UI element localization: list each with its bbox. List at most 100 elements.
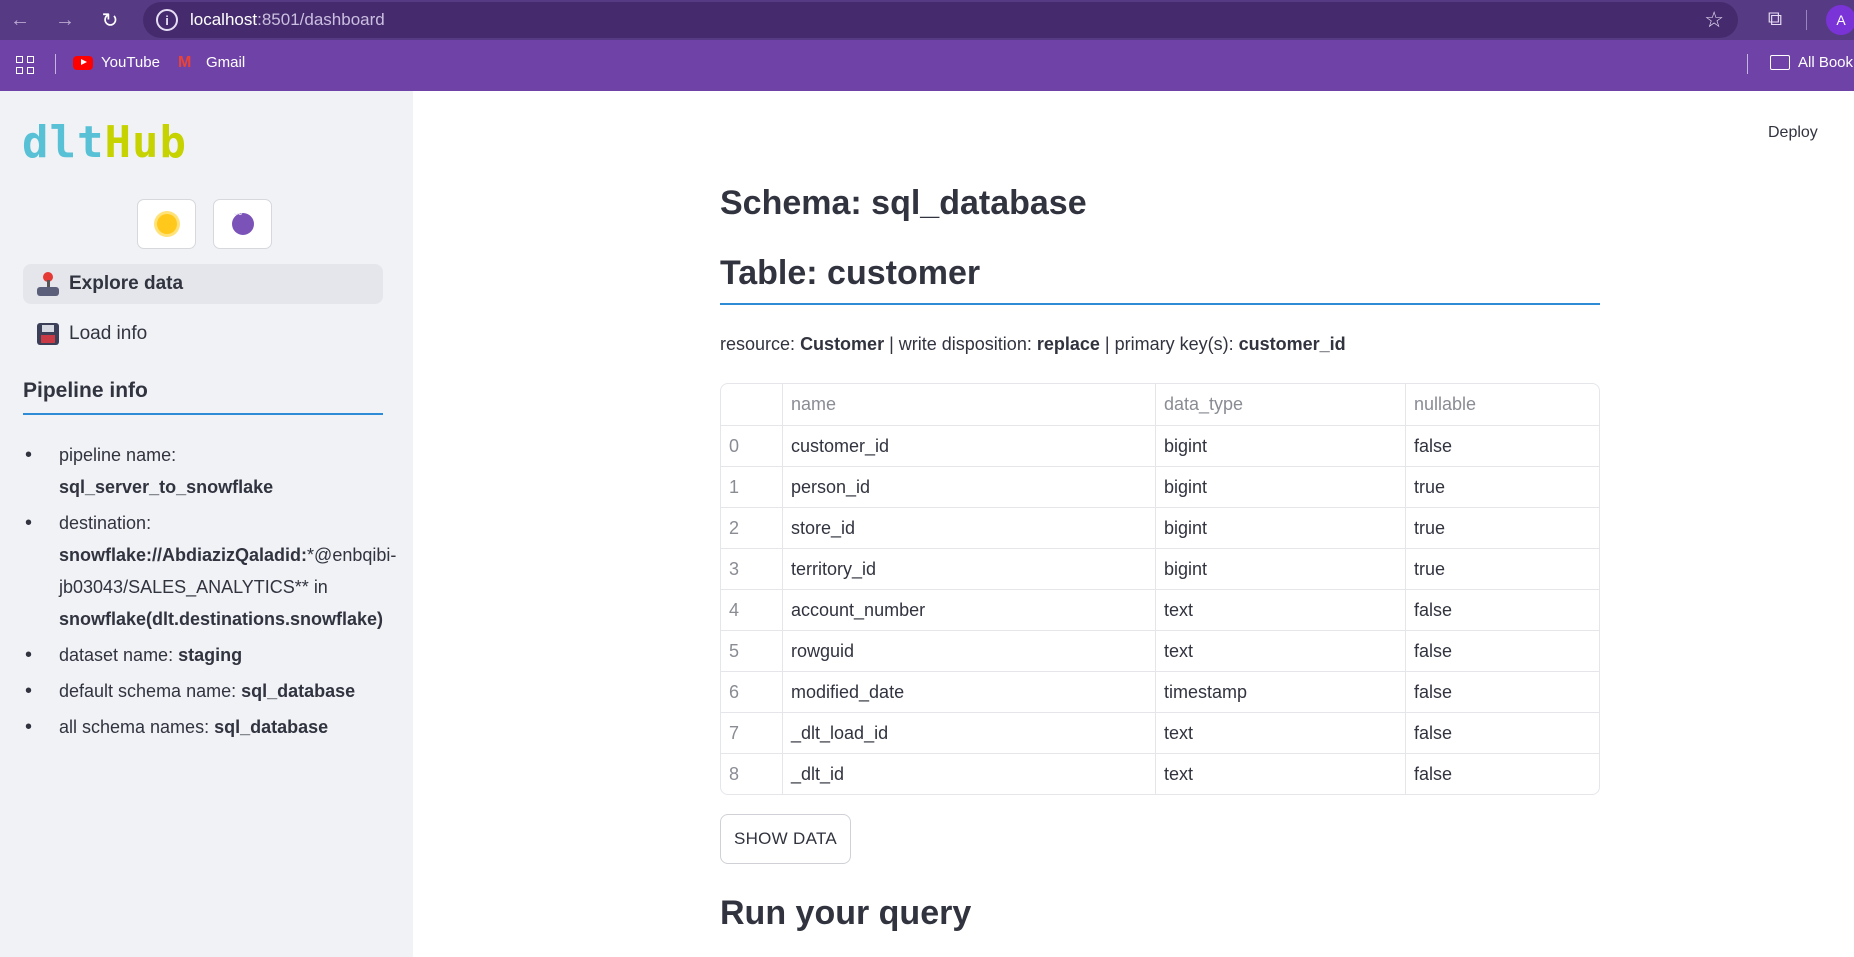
table-header-row: name data_type nullable [721, 384, 1599, 425]
folder-icon [1770, 55, 1790, 70]
table-row: 4 account_number text false [721, 589, 1599, 630]
cell-name[interactable]: rowguid [782, 631, 1155, 671]
cell-nullable[interactable]: false [1405, 631, 1599, 671]
sun-icon [156, 214, 177, 234]
list-item: default schema name: sql_database [23, 675, 408, 707]
cell-name[interactable]: account_number [782, 590, 1155, 630]
resource-value: Customer [800, 334, 885, 354]
row-index: 1 [729, 476, 740, 497]
cell-data-type[interactable]: bigint [1155, 426, 1405, 466]
bookmarks-divider [1747, 54, 1748, 74]
row-index: 7 [729, 722, 740, 743]
nav-load-info[interactable]: Load info [23, 314, 383, 354]
table-row: 0 customer_id bigint false [721, 425, 1599, 466]
row-index: 0 [729, 435, 740, 456]
cell-name[interactable]: customer_id [782, 426, 1155, 466]
site-info-icon[interactable]: i [156, 9, 178, 31]
table-row: 1 person_id bigint true [721, 466, 1599, 507]
cell-data-type[interactable]: text [1155, 754, 1405, 794]
table-row: 2 store_id bigint true [721, 507, 1599, 548]
cell-name[interactable]: modified_date [782, 672, 1155, 712]
cell-nullable[interactable]: true [1405, 549, 1599, 589]
cell-nullable[interactable]: true [1405, 467, 1599, 507]
browser-toolbar: ← → ↻ i localhost:8501/dashboard ☆ ⧉ A [0, 0, 1854, 40]
column-header[interactable]: data_type [1155, 384, 1405, 425]
joystick-icon [35, 271, 61, 297]
table-row: 8 _dlt_id text false [721, 753, 1599, 794]
row-index: 3 [729, 558, 740, 579]
pipeline-info-list: pipeline name: sql_server_to_snowflake d… [23, 439, 408, 747]
cell-nullable[interactable]: false [1405, 713, 1599, 753]
cell-name[interactable]: territory_id [782, 549, 1155, 589]
table-row: 3 territory_id bigint true [721, 548, 1599, 589]
column-header[interactable]: nullable [1405, 384, 1599, 425]
list-item: destination: snowflake://AbdiazizQaladid… [23, 507, 408, 635]
show-data-button[interactable]: SHOW DATA [720, 814, 851, 864]
column-header[interactable]: name [782, 384, 1155, 425]
pipeline-info-heading: Pipeline info [23, 379, 383, 415]
youtube-icon [73, 55, 93, 70]
list-item: dataset name: staging [23, 639, 408, 671]
light-theme-button[interactable] [137, 199, 196, 249]
list-item: all schema names: sql_database [23, 711, 408, 743]
cell-name[interactable]: store_id [782, 508, 1155, 548]
dataset-value: staging [178, 645, 243, 665]
cell-name[interactable]: person_id [782, 467, 1155, 507]
dark-theme-button[interactable] [213, 199, 272, 249]
table-row: 5 rowguid text false [721, 630, 1599, 671]
row-index: 2 [729, 517, 740, 538]
floppy-disk-icon [35, 321, 61, 347]
cell-data-type[interactable]: bigint [1155, 508, 1405, 548]
cell-nullable[interactable]: false [1405, 590, 1599, 630]
bookmark-label: YouTube [101, 54, 160, 71]
back-arrow-icon[interactable]: ← [2, 2, 38, 38]
sidebar: dltHub Explore data Load info Pipeline i… [0, 91, 413, 957]
bookmark-star-icon[interactable]: ☆ [1704, 7, 1724, 33]
cell-data-type[interactable]: bigint [1155, 549, 1405, 589]
nav-label: Load info [69, 323, 148, 344]
destination-type-value: snowflake(dlt.destinations.snowflake) [59, 609, 384, 629]
bookmarks-divider [55, 54, 56, 74]
run-query-heading: Run your query [720, 894, 972, 932]
cell-name[interactable]: _dlt_id [782, 754, 1155, 794]
cell-data-type[interactable]: text [1155, 631, 1405, 671]
bookmark-youtube[interactable]: YouTube [73, 54, 160, 71]
cell-nullable[interactable]: false [1405, 754, 1599, 794]
cell-nullable[interactable]: false [1405, 672, 1599, 712]
profile-avatar[interactable]: A [1826, 5, 1854, 35]
bookmark-label: Gmail [206, 54, 246, 71]
cell-data-type[interactable]: timestamp [1155, 672, 1405, 712]
cell-data-type[interactable]: text [1155, 590, 1405, 630]
toolbar-divider [1806, 10, 1807, 30]
apps-grid-icon[interactable] [16, 56, 34, 74]
gmail-icon: M [178, 53, 192, 71]
bookmark-gmail[interactable]: M Gmail [178, 54, 245, 71]
schema-table[interactable]: name data_type nullable 0 customer_id bi… [720, 383, 1600, 795]
default-schema-value: sql_database [241, 681, 356, 701]
cell-nullable[interactable]: false [1405, 426, 1599, 466]
cell-nullable[interactable]: true [1405, 508, 1599, 548]
all-schemas-value: sql_database [214, 717, 329, 737]
all-bookmarks-folder[interactable]: All Book [1770, 54, 1853, 71]
deploy-button[interactable]: Deploy [1768, 124, 1818, 142]
table-meta: resource: Customer | write disposition: … [720, 334, 1346, 354]
moon-icon [231, 211, 254, 235]
pipeline-name-value: sql_server_to_snowflake [59, 477, 274, 497]
extensions-icon[interactable]: ⧉ [1762, 6, 1788, 32]
primary-key-value: customer_id [1238, 334, 1346, 354]
write-disposition-value: replace [1036, 334, 1100, 354]
table-row: 7 _dlt_load_id text false [721, 712, 1599, 753]
nav-explore-data[interactable]: Explore data [23, 264, 383, 304]
list-item: pipeline name: sql_server_to_snowflake [23, 439, 408, 503]
cell-data-type[interactable]: bigint [1155, 467, 1405, 507]
bookmarks-bar: YouTube M Gmail All Book [0, 40, 1854, 91]
forward-arrow-icon[interactable]: → [47, 2, 83, 38]
cell-name[interactable]: _dlt_load_id [782, 713, 1155, 753]
row-index: 8 [729, 763, 740, 784]
address-bar[interactable]: i localhost:8501/dashboard ☆ [143, 2, 1738, 38]
nav-label: Explore data [69, 273, 184, 294]
row-index: 5 [729, 640, 740, 661]
reload-icon[interactable]: ↻ [92, 2, 128, 38]
cell-data-type[interactable]: text [1155, 713, 1405, 753]
column-header[interactable] [721, 384, 782, 425]
